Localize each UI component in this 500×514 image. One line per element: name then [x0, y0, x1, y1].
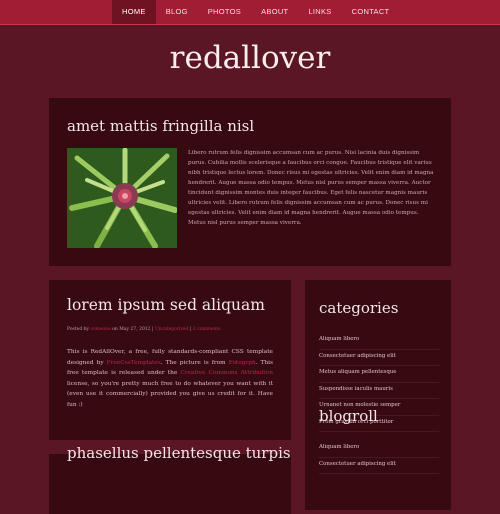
blog-post: lorem ipsum sed aliquam Posted by someon…: [49, 280, 291, 440]
post-meta: Posted by someone on May 27, 2012 | Unca…: [67, 327, 221, 332]
category-link[interactable]: Metus aliquam pellentesque: [319, 366, 439, 383]
category-link[interactable]: Aliquam libero: [319, 333, 439, 350]
flower-image: [67, 148, 177, 248]
meta-separator: |: [189, 327, 192, 332]
category-link[interactable]: Consectetuer adipiscing elit: [319, 350, 439, 366]
site-title[interactable]: redallover: [0, 40, 500, 76]
blogroll-link[interactable]: Consectetuer adipiscing elit: [319, 458, 439, 474]
blogroll-list: Aliquam libero Consectetuer adipiscing e…: [319, 441, 439, 474]
meta-separator: |: [151, 327, 154, 332]
designer-link[interactable]: FreeCssTemplates: [107, 360, 161, 366]
meta-comments-link[interactable]: 2 comments: [193, 327, 221, 332]
post-title[interactable]: lorem ipsum sed aliquam: [67, 296, 265, 314]
nav-blog[interactable]: BLOG: [156, 0, 198, 24]
top-nav-bar: HOME BLOG PHOTOS ABOUT LINKS CONTACT: [0, 0, 500, 25]
categories-heading: categories: [319, 299, 399, 317]
featured-post-title[interactable]: amet mattis fringilla nisl: [67, 117, 254, 135]
nav-links[interactable]: LINKS: [298, 0, 341, 24]
main-nav: HOME BLOG PHOTOS ABOUT LINKS CONTACT: [112, 0, 399, 24]
category-link[interactable]: Suspendisse iaculis mauris: [319, 383, 439, 399]
featured-post-text: Libero rutrum felis dignissim accumsan c…: [188, 150, 434, 226]
meta-author-link[interactable]: someone: [91, 327, 111, 332]
flower-photo-icon: [67, 148, 177, 248]
nav-home[interactable]: HOME: [112, 0, 156, 24]
blog-post-2: phasellus pellentesque turpis: [49, 444, 291, 514]
blogroll-link[interactable]: Aliquam libero: [319, 441, 439, 458]
picture-source-link[interactable]: Fotogrph: [229, 360, 256, 366]
nav-photos[interactable]: PHOTOS: [198, 0, 251, 24]
post-body-text: license, so you're pretty much free to d…: [67, 380, 273, 408]
meta-category-link[interactable]: Uncategorized: [155, 327, 188, 332]
post-body-text: . The picture is from: [160, 359, 226, 366]
featured-post: amet mattis fringilla nisl Libero rutrum: [49, 98, 451, 266]
nav-about[interactable]: ABOUT: [251, 0, 298, 24]
post-body: This is RedAllOver, a free, fully standa…: [67, 347, 273, 410]
license-link[interactable]: Creative Commons Attribution: [180, 370, 273, 376]
meta-date: on May 27, 2012: [112, 327, 151, 332]
post-title-2[interactable]: phasellus pellentesque turpis: [67, 444, 291, 462]
meta-posted-by: Posted by: [67, 327, 90, 332]
blogroll-heading: blogroll: [319, 407, 378, 425]
nav-contact[interactable]: CONTACT: [342, 0, 400, 24]
sidebar: categories Aliquam libero Consectetuer a…: [305, 280, 451, 510]
